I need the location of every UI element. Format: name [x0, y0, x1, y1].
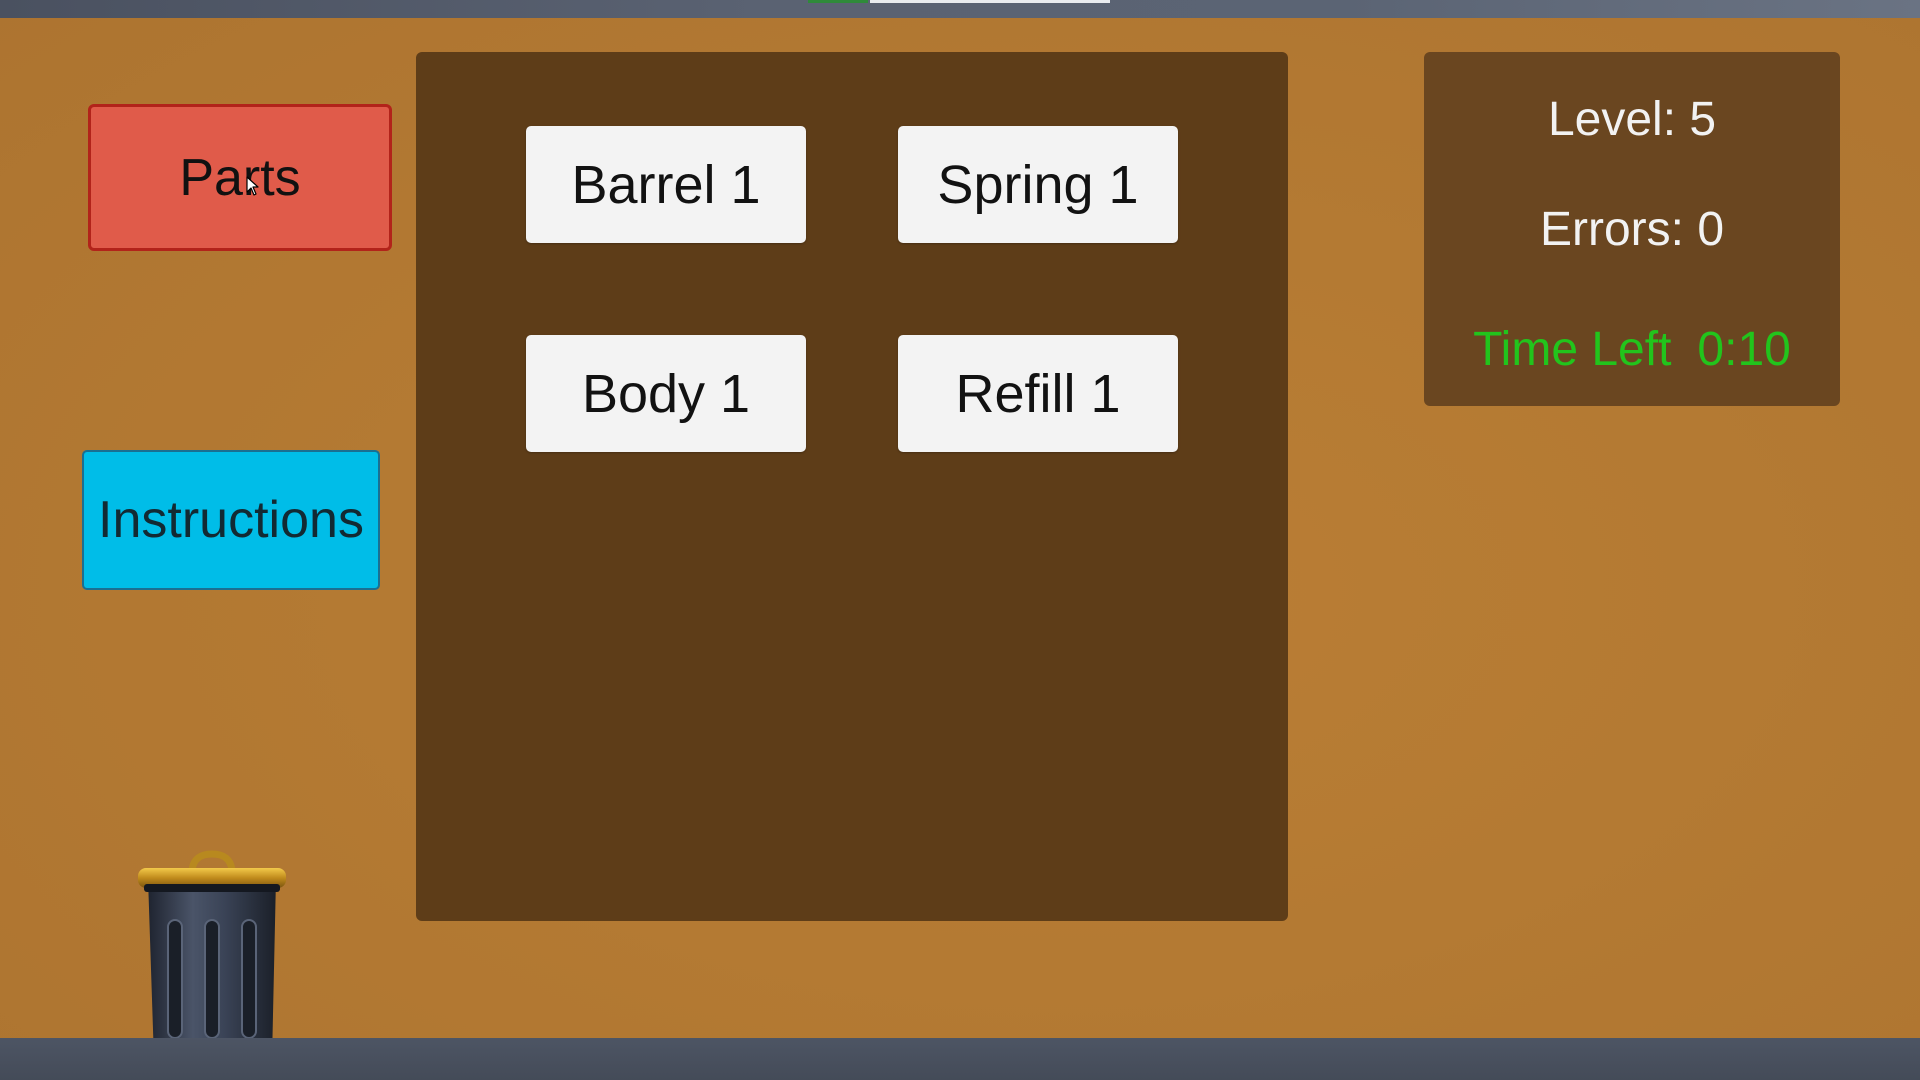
part-label: Spring 1: [937, 154, 1139, 215]
trash-can-icon[interactable]: [134, 850, 290, 1062]
level-indicator: Level: 5: [1547, 93, 1717, 146]
part-label: Refill 1: [955, 363, 1121, 424]
part-spring-1[interactable]: Spring 1: [898, 126, 1178, 243]
instructions-button-label: Instructions: [98, 491, 364, 549]
bottom-edge-bar: [0, 1038, 1920, 1080]
part-label: Barrel 1: [571, 154, 761, 215]
stats-panel: Level: 5 Errors: 0 Time Left 0:10: [1424, 52, 1840, 406]
top-edge-white-segment: [870, 0, 1110, 3]
time-left-label: Time Left: [1473, 323, 1672, 376]
part-label: Body 1: [581, 363, 751, 424]
parts-button-label: Parts: [179, 148, 301, 207]
parts-button[interactable]: Parts: [88, 104, 392, 251]
time-left-indicator: Time Left 0:10: [1424, 322, 1840, 377]
part-refill-1[interactable]: Refill 1: [898, 335, 1178, 452]
top-edge-bar: [0, 0, 1920, 18]
game-screen: Parts Instructions Barrel 1 Spring 1 Bod…: [0, 0, 1920, 1080]
part-body-1[interactable]: Body 1: [526, 335, 806, 452]
part-barrel-1[interactable]: Barrel 1: [526, 126, 806, 243]
top-edge-green-segment: [808, 0, 868, 3]
parts-panel: Barrel 1 Spring 1 Body 1 Refill 1: [416, 52, 1288, 921]
errors-indicator: Errors: 0: [1539, 203, 1725, 256]
time-left-value: 0:10: [1697, 323, 1791, 376]
mouse-cursor-icon: [246, 176, 259, 196]
instructions-button[interactable]: Instructions: [82, 450, 380, 590]
